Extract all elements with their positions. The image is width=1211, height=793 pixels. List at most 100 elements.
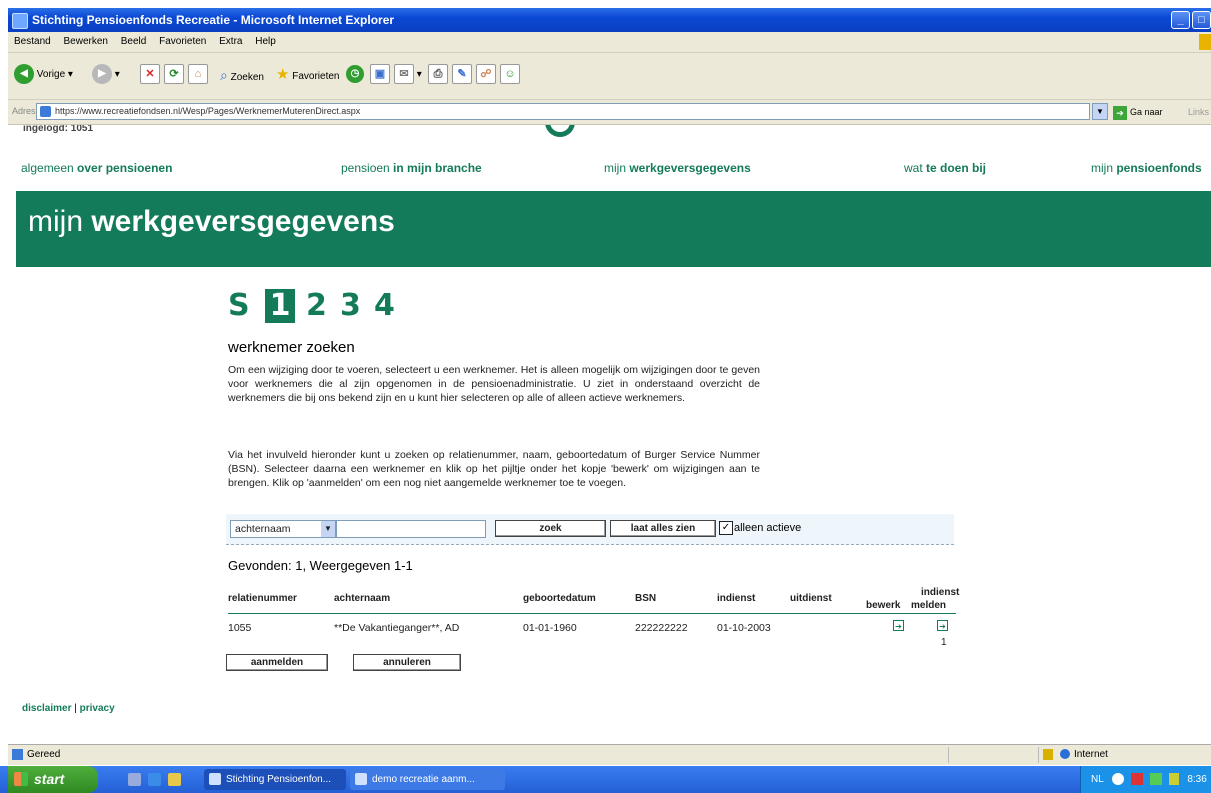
document-task-icon bbox=[355, 773, 367, 785]
step-1[interactable]: 1 bbox=[265, 289, 295, 323]
annuleren-button[interactable]: annuleren bbox=[353, 654, 461, 671]
col-relatienummer: relatienummer bbox=[228, 593, 297, 604]
go-button[interactable]: ➔ Ga naar bbox=[1113, 105, 1163, 120]
cell-bsn: 222222222 bbox=[635, 622, 688, 634]
language-indicator[interactable]: NL bbox=[1091, 774, 1103, 785]
antivirus-icon[interactable] bbox=[1130, 773, 1143, 786]
indienst-melden-arrow-icon[interactable]: ➔ bbox=[937, 620, 948, 631]
task-browser[interactable]: Stichting Pensioenfon... bbox=[204, 769, 346, 790]
clock[interactable]: 8:36 bbox=[1187, 774, 1206, 785]
media-button[interactable]: ▣ bbox=[370, 63, 390, 87]
messenger-icon: ☺ bbox=[500, 64, 520, 85]
history-button[interactable]: ◷ bbox=[346, 63, 364, 87]
col-uitdienst: uitdienst bbox=[790, 593, 832, 604]
minimize-button[interactable]: _ bbox=[1171, 11, 1190, 29]
home-icon: ⌂ bbox=[188, 64, 208, 85]
screen: Stichting Pensioenfonds Recreatie - Micr… bbox=[0, 0, 1211, 793]
explorer-quicklaunch-icon[interactable] bbox=[168, 773, 181, 786]
network-icon[interactable] bbox=[1112, 773, 1125, 786]
step-s[interactable]: S bbox=[228, 289, 250, 323]
stop-icon: ✕ bbox=[140, 64, 160, 85]
col-bewerk: bewerk bbox=[866, 600, 901, 611]
stop-button[interactable]: ✕ bbox=[140, 63, 160, 87]
disclaimer-link[interactable]: disclaimer bbox=[22, 703, 71, 714]
menu-extra[interactable]: Extra bbox=[219, 36, 242, 47]
table-header-divider bbox=[228, 613, 956, 614]
show-all-button[interactable]: laat alles zien bbox=[610, 520, 716, 537]
ie-task-icon bbox=[209, 773, 221, 785]
search-input[interactable] bbox=[336, 520, 486, 538]
nav-over-pensioenen[interactable]: algemeen over pensioenen bbox=[21, 161, 172, 175]
step-4[interactable]: 4 bbox=[374, 289, 395, 323]
favorites-star-icon: ★ bbox=[276, 66, 290, 83]
print-button[interactable]: ⎙ bbox=[428, 63, 448, 87]
back-arrow-icon: ◀ bbox=[14, 64, 34, 85]
ie-quicklaunch-icon[interactable] bbox=[148, 773, 161, 786]
edit-arrow-icon[interactable]: ➔ bbox=[893, 620, 904, 631]
status-text: Gereed bbox=[27, 749, 61, 760]
status-bar: Gereed Internet bbox=[8, 744, 1211, 765]
mail-button[interactable]: ✉ ▾ bbox=[394, 63, 422, 87]
address-url: https://www.recreatiefondsen.nl/Wesp/Pag… bbox=[55, 106, 361, 116]
discuss-button[interactable]: ☍ bbox=[476, 63, 496, 87]
windows-logo-icon bbox=[1199, 34, 1211, 50]
forward-button[interactable]: ▶ ▾ bbox=[92, 63, 120, 87]
section-title: werknemer zoeken bbox=[228, 339, 355, 356]
menu-favorieten[interactable]: Favorieten bbox=[159, 36, 206, 47]
col-indienst-melden-2: melden bbox=[911, 600, 947, 611]
menu-bestand[interactable]: Bestand bbox=[14, 36, 51, 47]
refresh-button[interactable]: ⟳ bbox=[164, 63, 184, 87]
go-arrow-icon: ➔ bbox=[1113, 105, 1127, 120]
menu-help[interactable]: Help bbox=[255, 36, 276, 47]
menu-bar: Bestand Bewerken Beeld Favorieten Extra … bbox=[8, 32, 1211, 53]
zoek-button[interactable]: zoek bbox=[495, 520, 606, 537]
search-button[interactable]: ⌕ Zoeken bbox=[220, 63, 264, 87]
links-button[interactable]: Links bbox=[1188, 105, 1209, 119]
address-dropdown-button[interactable]: ▼ bbox=[1092, 103, 1108, 120]
intro-paragraph: Om een wijziging door te voeren, selecte… bbox=[228, 364, 760, 404]
instruction-paragraph: Via het invulveld hieronder kunt u zoeke… bbox=[228, 449, 760, 489]
search-bar: achternaam ▼ zoek laat alles zien ✓ alle… bbox=[226, 514, 954, 545]
menu-bewerken[interactable]: Bewerken bbox=[63, 36, 107, 47]
active-only-checkbox[interactable]: ✓ bbox=[719, 521, 733, 535]
nav-werkgeversgegevens[interactable]: mijn werkgeversgegevens bbox=[604, 161, 751, 175]
windows-flag-icon bbox=[14, 772, 28, 786]
favorites-button[interactable]: ★ Favorieten bbox=[276, 63, 339, 87]
ie-logo-icon bbox=[12, 13, 28, 29]
edit-button[interactable]: ✎ bbox=[452, 63, 472, 87]
go-label: Ga naar bbox=[1130, 107, 1163, 117]
mail-icon: ✉ bbox=[394, 64, 414, 85]
address-input[interactable]: https://www.recreatiefondsen.nl/Wesp/Pag… bbox=[36, 103, 1090, 120]
messenger-button[interactable]: ☺ bbox=[500, 63, 520, 87]
refresh-icon: ⟳ bbox=[164, 64, 184, 85]
favorites-label: Favorieten bbox=[292, 71, 340, 82]
taskbar: start Stichting Pensioenfon... demo recr… bbox=[0, 766, 1211, 793]
nav-te-doen-bij[interactable]: wat te doen bij bbox=[904, 161, 986, 175]
home-button[interactable]: ⌂ bbox=[188, 63, 208, 87]
menu-beeld[interactable]: Beeld bbox=[121, 36, 147, 47]
start-button[interactable]: start bbox=[8, 766, 98, 793]
nav-in-mijn-branche[interactable]: pensioen in mijn branche bbox=[341, 161, 482, 175]
volume-icon[interactable] bbox=[1168, 773, 1179, 786]
maximize-button[interactable]: □ bbox=[1192, 11, 1211, 29]
search-field-value: achternaam bbox=[235, 523, 291, 535]
aanmelden-button[interactable]: aanmelden bbox=[226, 654, 328, 671]
search-field-select[interactable]: achternaam ▼ bbox=[230, 520, 336, 538]
globe-icon bbox=[1060, 749, 1070, 760]
address-bar: Adres https://www.recreatiefondsen.nl/We… bbox=[8, 100, 1211, 125]
search-icon: ⌕ bbox=[220, 67, 228, 83]
cell-geboortedatum: 01-01-1960 bbox=[523, 622, 577, 634]
show-desktop-icon[interactable] bbox=[128, 773, 141, 786]
step-3[interactable]: 3 bbox=[340, 289, 361, 323]
status-divider bbox=[1038, 747, 1039, 763]
back-button[interactable]: ◀ Vorige ▾ bbox=[14, 63, 73, 87]
nav-pensioenfonds[interactable]: mijn pensioenfonds bbox=[1091, 161, 1202, 175]
privacy-link[interactable]: privacy bbox=[80, 703, 115, 714]
page-icon bbox=[40, 106, 51, 117]
cell-achternaam: **De Vakantieganger**, AD bbox=[334, 622, 460, 634]
back-label: Vorige bbox=[36, 69, 66, 80]
tray-app-icon[interactable] bbox=[1149, 773, 1162, 786]
step-2[interactable]: 2 bbox=[306, 289, 327, 323]
task-demo[interactable]: demo recreatie aanm... bbox=[350, 769, 505, 790]
address-label: Adres bbox=[12, 106, 36, 116]
